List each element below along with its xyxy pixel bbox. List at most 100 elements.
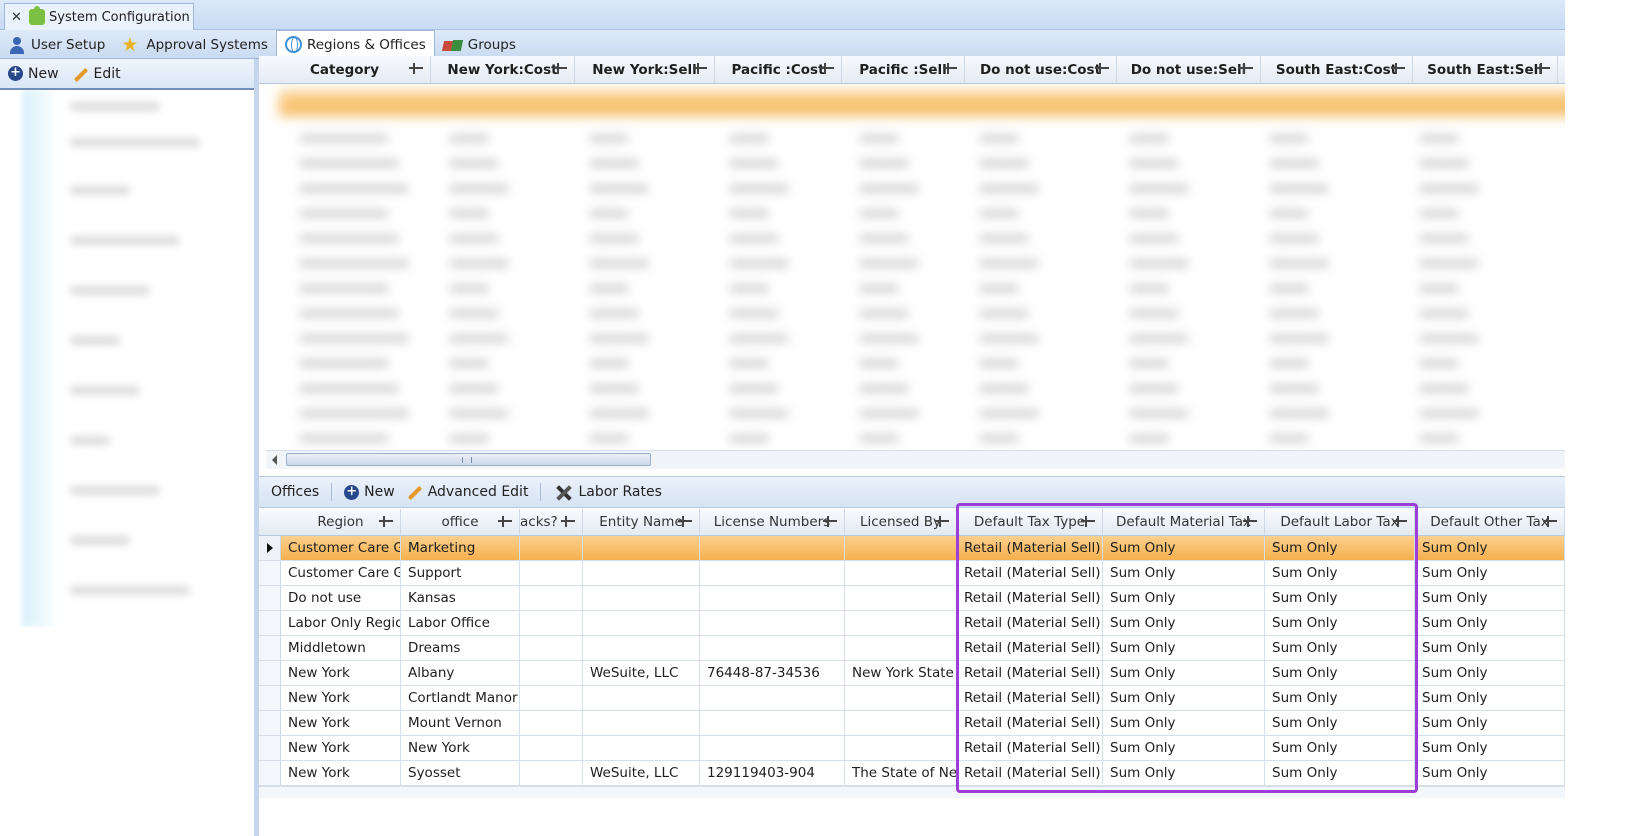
table-cell[interactable]: Mount Vernon bbox=[401, 711, 520, 735]
table-row[interactable]: New York Mount Vernon Retail (Material Sel… bbox=[259, 711, 1648, 736]
tab-groups[interactable]: Groups bbox=[435, 31, 524, 58]
pin-icon[interactable] bbox=[1393, 516, 1408, 527]
table-cell[interactable] bbox=[845, 711, 957, 735]
column-header-tracks[interactable]: acks? bbox=[520, 509, 583, 535]
table-cell[interactable]: Sum Only bbox=[1265, 636, 1415, 660]
tab-system-configuration[interactable]: ✕ System Configuration bbox=[4, 3, 194, 30]
advanced-edit-button[interactable]: Advanced Edit bbox=[407, 484, 528, 501]
table-row[interactable]: New York Cortlandt Manor Retail (Material … bbox=[259, 686, 1648, 711]
table-cell[interactable]: Sum Only bbox=[1415, 711, 1565, 735]
table-cell[interactable] bbox=[845, 736, 957, 760]
table-cell[interactable] bbox=[845, 586, 957, 610]
table-row[interactable]: Middletown Dreams Retail (Material Sell) Su… bbox=[259, 636, 1648, 661]
table-row[interactable]: New York New York Retail (Material Sell) Su… bbox=[259, 736, 1648, 761]
table-row[interactable]: Labor Only Region Labor Office Retail (Mat… bbox=[259, 611, 1648, 636]
table-cell[interactable]: The State of New bbox=[845, 761, 957, 785]
row-indicator[interactable] bbox=[259, 686, 281, 710]
table-cell[interactable] bbox=[583, 736, 700, 760]
pin-icon[interactable] bbox=[1095, 63, 1110, 74]
pin-icon[interactable] bbox=[820, 63, 835, 74]
table-cell[interactable] bbox=[520, 761, 583, 785]
table-cell[interactable]: Sum Only bbox=[1103, 611, 1265, 635]
table-cell[interactable]: Sum Only bbox=[1265, 611, 1415, 635]
table-cell[interactable]: Retail (Material Sell) bbox=[957, 661, 1103, 685]
close-icon[interactable]: ✕ bbox=[11, 10, 25, 25]
selected-row[interactable] bbox=[279, 90, 1648, 116]
table-cell[interactable] bbox=[583, 711, 700, 735]
pin-icon[interactable] bbox=[678, 516, 693, 527]
table-cell[interactable]: Retail (Material Sell) bbox=[957, 736, 1103, 760]
pin-icon[interactable] bbox=[1536, 63, 1551, 74]
pin-icon[interactable] bbox=[409, 63, 424, 74]
table-cell[interactable]: Sum Only bbox=[1103, 761, 1265, 785]
pin-icon[interactable] bbox=[943, 63, 958, 74]
table-row[interactable]: Customer Care Gr Support Retail (Material … bbox=[259, 561, 1648, 586]
table-cell[interactable]: Marketing bbox=[401, 536, 520, 560]
table-cell[interactable]: Sum Only bbox=[1103, 586, 1265, 610]
table-cell[interactable]: Sum Only bbox=[1265, 761, 1415, 785]
table-cell[interactable]: New York bbox=[281, 686, 401, 710]
table-cell[interactable] bbox=[583, 536, 700, 560]
pin-icon[interactable] bbox=[693, 63, 708, 74]
row-indicator[interactable] bbox=[259, 561, 281, 585]
pin-icon[interactable] bbox=[935, 516, 950, 527]
pin-icon[interactable] bbox=[561, 516, 576, 527]
pin-icon[interactable] bbox=[498, 516, 513, 527]
column-header-licensed-by[interactable]: Licensed By bbox=[845, 509, 957, 535]
table-cell[interactable]: Sum Only bbox=[1103, 636, 1265, 660]
table-cell[interactable]: New York State bbox=[845, 661, 957, 685]
table-cell[interactable] bbox=[520, 561, 583, 585]
column-header-default-other-tax[interactable]: Default Other Tax bbox=[1415, 509, 1565, 535]
table-cell[interactable] bbox=[700, 736, 845, 760]
table-cell[interactable]: Dreams bbox=[401, 636, 520, 660]
row-indicator[interactable] bbox=[259, 711, 281, 735]
row-indicator[interactable] bbox=[259, 611, 281, 635]
table-cell[interactable]: Retail (Material Sell) bbox=[957, 536, 1103, 560]
table-cell[interactable]: Middletown bbox=[281, 636, 401, 660]
column-header-category[interactable]: Category bbox=[259, 56, 431, 83]
scroll-thumb[interactable] bbox=[286, 453, 651, 466]
table-cell[interactable]: WeSuite, LLC bbox=[583, 661, 700, 685]
table-row[interactable]: New York Albany WeSuite, LLC 76448-87-34536… bbox=[259, 661, 1648, 686]
pin-icon[interactable] bbox=[823, 516, 838, 527]
scroll-left-icon[interactable] bbox=[272, 455, 277, 465]
column-header-entity-name[interactable]: Entity Name bbox=[583, 509, 700, 535]
table-cell[interactable]: New York bbox=[281, 711, 401, 735]
table-cell[interactable] bbox=[520, 661, 583, 685]
cost-grid-body[interactable] bbox=[259, 84, 1648, 450]
table-cell[interactable]: Albany bbox=[401, 661, 520, 685]
table-cell[interactable] bbox=[520, 611, 583, 635]
table-cell[interactable]: Sum Only bbox=[1103, 711, 1265, 735]
table-cell[interactable] bbox=[520, 536, 583, 560]
table-cell[interactable] bbox=[845, 686, 957, 710]
table-cell[interactable] bbox=[583, 561, 700, 585]
pin-icon[interactable] bbox=[1081, 516, 1096, 527]
edit-button[interactable]: Edit bbox=[73, 66, 121, 82]
pin-icon[interactable] bbox=[1543, 516, 1558, 527]
table-cell[interactable]: Sum Only bbox=[1265, 561, 1415, 585]
table-cell[interactable]: Kansas bbox=[401, 586, 520, 610]
table-cell[interactable]: Retail (Material Sell) bbox=[957, 711, 1103, 735]
table-cell[interactable]: Sum Only bbox=[1103, 686, 1265, 710]
new-button[interactable]: + New bbox=[8, 66, 59, 82]
table-cell[interactable]: Sum Only bbox=[1415, 761, 1565, 785]
table-cell[interactable]: New York bbox=[401, 736, 520, 760]
column-header-region[interactable]: Region bbox=[259, 509, 401, 535]
table-cell[interactable]: 76448-87-34536 bbox=[700, 661, 845, 685]
table-cell[interactable]: Retail (Material Sell) bbox=[957, 561, 1103, 585]
table-cell[interactable] bbox=[583, 686, 700, 710]
table-cell[interactable]: New York bbox=[281, 661, 401, 685]
labor-rates-button[interactable]: Labor Rates bbox=[553, 483, 661, 501]
table-row[interactable]: New York Syosset WeSuite, LLC 129119403-904… bbox=[259, 761, 1648, 786]
pin-icon[interactable] bbox=[379, 516, 394, 527]
table-cell[interactable]: Cortlandt Manor bbox=[401, 686, 520, 710]
table-cell[interactable] bbox=[845, 636, 957, 660]
column-header[interactable]: Do not use:Cost bbox=[965, 56, 1117, 83]
table-cell[interactable]: Sum Only bbox=[1103, 661, 1265, 685]
table-cell[interactable] bbox=[583, 611, 700, 635]
table-cell[interactable]: Sum Only bbox=[1265, 661, 1415, 685]
table-cell[interactable]: New York bbox=[281, 736, 401, 760]
table-cell[interactable] bbox=[520, 686, 583, 710]
table-cell[interactable]: Labor Office bbox=[401, 611, 520, 635]
column-header[interactable]: South East:Cost bbox=[1261, 56, 1413, 83]
